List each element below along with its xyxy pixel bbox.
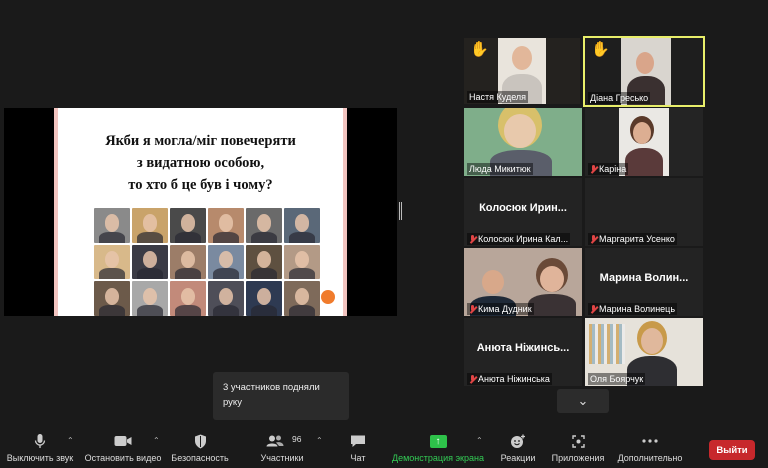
participant-name: Колосюк Ирина Кал...: [467, 233, 571, 245]
participant-tile-marharyta-usenko[interactable]: Маргарита Усенко: [585, 178, 703, 246]
participant-name: Настя Куделя: [467, 91, 529, 103]
mic-muted-icon: [469, 374, 476, 384]
slide-title-line-3: то хто б це був і чому?: [128, 177, 273, 193]
celebrity-photo: [94, 281, 130, 316]
participant-display-name: Анюта Ніжинсь...: [476, 342, 570, 354]
video-options-caret-icon[interactable]: ⌃: [153, 436, 160, 445]
celebrity-photo: [284, 281, 320, 316]
celebrity-photo: [246, 244, 282, 280]
celebrity-photo: [284, 244, 320, 280]
celebrity-photo: [246, 208, 282, 243]
security-label: Безопасность: [171, 453, 229, 463]
participants-button[interactable]: 96 Участники: [256, 430, 308, 468]
participant-name: Оля Боярчук: [588, 373, 646, 385]
slide-bullet-dot: [321, 290, 335, 304]
more-button[interactable]: Дополнительно: [614, 430, 686, 468]
mic-muted-icon: [590, 234, 597, 244]
celebrity-photo: [94, 208, 130, 243]
gallery-page-down-button[interactable]: ⌄: [557, 389, 609, 413]
reactions-label: Реакции: [500, 453, 536, 463]
mic-muted-icon: [590, 164, 597, 174]
celebrity-photo: [132, 281, 168, 316]
celebrity-photo: [170, 208, 206, 243]
mute-button[interactable]: Выключить звук: [4, 430, 76, 468]
video-camera-icon: [114, 430, 132, 452]
participant-name: Маргарита Усенко: [588, 233, 677, 245]
participant-name: Діана Гресько: [588, 92, 651, 104]
chat-bubble-icon: [350, 430, 366, 452]
participant-tile-maryna-volynets[interactable]: Марина Волин... Марина Волинець: [585, 248, 703, 316]
raised-hands-notification-text: 3 участников подняли руку: [223, 382, 320, 408]
raised-hand-icon: ✋: [591, 41, 610, 58]
share-screen-icon: ↑: [429, 430, 447, 452]
presentation-slide: Якби я могла/міг повечеряти з видатною о…: [54, 108, 347, 316]
celebrity-photo: [170, 281, 206, 316]
participant-display-name: Марина Волин...: [599, 272, 689, 284]
participant-display-name: Колосюк Ирин...: [479, 202, 567, 214]
slide-title: Якби я могла/міг повечеряти з видатною о…: [64, 130, 337, 196]
celebrity-photo: [132, 208, 168, 243]
shared-screen[interactable]: Якби я могла/міг повечеряти з видатною о…: [4, 108, 397, 316]
mic-muted-icon: [469, 304, 476, 314]
mute-label: Выключить звук: [6, 453, 74, 463]
participant-name: Люда Микитюк: [467, 163, 533, 175]
split-view-drag-handle[interactable]: [399, 202, 402, 220]
chat-button[interactable]: Чат: [340, 430, 376, 468]
participant-tile-diana-gresko[interactable]: ✋ Діана Гресько: [583, 36, 705, 107]
slide-title-line-2: з видатною особою,: [136, 155, 265, 171]
security-button[interactable]: Безопасность: [170, 430, 230, 468]
share-options-caret-icon[interactable]: ⌃: [476, 436, 483, 445]
celebrity-photo-grid: [94, 208, 320, 316]
participant-name: Анюта Ніжинська: [467, 373, 552, 385]
participant-tile-anyuta-nizhynska[interactable]: Анюта Ніжинсь... Анюта Ніжинська: [464, 318, 582, 386]
mic-muted-icon: [590, 304, 597, 314]
zoom-meeting-window: Якби я могла/міг повечеряти з видатною о…: [0, 0, 768, 468]
participants-label: Участники: [260, 453, 304, 463]
participants-count: 96: [292, 434, 302, 444]
participant-tile-kolosyuk-iryna[interactable]: Колосюк Ирин... Колосюк Ирина Кал...: [464, 178, 582, 246]
stop-video-label: Остановить видео: [84, 453, 162, 463]
celebrity-photo: [246, 281, 282, 316]
participant-tile-olya-boyarchuk[interactable]: Оля Боярчук: [585, 318, 703, 386]
stop-video-button[interactable]: Остановить видео: [84, 430, 162, 468]
celebrity-photo: [132, 244, 168, 280]
participant-tile-lyuda-mykytyuk[interactable]: Люда Микитюк: [464, 108, 582, 176]
apps-icon: [571, 430, 586, 452]
chevron-down-icon: ⌄: [577, 393, 589, 408]
celebrity-photo: [208, 281, 244, 316]
participants-options-caret-icon[interactable]: ⌃: [316, 436, 323, 445]
microphone-icon: [34, 430, 46, 452]
celebrity-photo: [94, 244, 130, 280]
share-screen-button[interactable]: ↑ Демонстрация экрана: [390, 430, 486, 468]
participant-name: Каріна: [588, 163, 629, 175]
apps-button[interactable]: Приложения: [550, 430, 606, 468]
meeting-toolbar: Выключить звук ⌃ Остановить видео ⌃ Безо…: [0, 430, 768, 468]
slide-title-line-1: Якби я могла/міг повечеряти: [105, 133, 296, 149]
participant-name: Марина Волинець: [588, 303, 678, 315]
celebrity-photo: [208, 244, 244, 280]
chat-label: Чат: [350, 453, 366, 463]
celebrity-photo: [208, 208, 244, 243]
participant-name: Кима Дудник: [467, 303, 534, 315]
raised-hand-icon: ✋: [470, 41, 489, 58]
share-screen-label: Демонстрация экрана: [392, 453, 484, 463]
shield-icon: [194, 430, 207, 452]
reactions-button[interactable]: Реакции: [498, 430, 538, 468]
leave-meeting-button[interactable]: Выйти: [709, 440, 755, 460]
raised-hands-notification: 3 участников подняли руку: [213, 372, 349, 420]
participant-tile-karina[interactable]: Каріна: [585, 108, 703, 176]
audio-options-caret-icon[interactable]: ⌃: [67, 436, 74, 445]
participants-icon: 96: [256, 430, 308, 452]
participant-tile-nastya-kudelya[interactable]: ✋ Настя Куделя: [464, 38, 580, 104]
celebrity-photo: [284, 208, 320, 243]
mic-muted-icon: [469, 234, 476, 244]
more-label: Дополнительно: [617, 453, 683, 463]
more-dots-icon: [642, 430, 658, 452]
participant-tile-kyma-dudnyk[interactable]: Кима Дудник: [464, 248, 582, 316]
smiley-plus-icon: [510, 430, 526, 452]
celebrity-photo: [170, 244, 206, 280]
apps-label: Приложения: [551, 453, 605, 463]
